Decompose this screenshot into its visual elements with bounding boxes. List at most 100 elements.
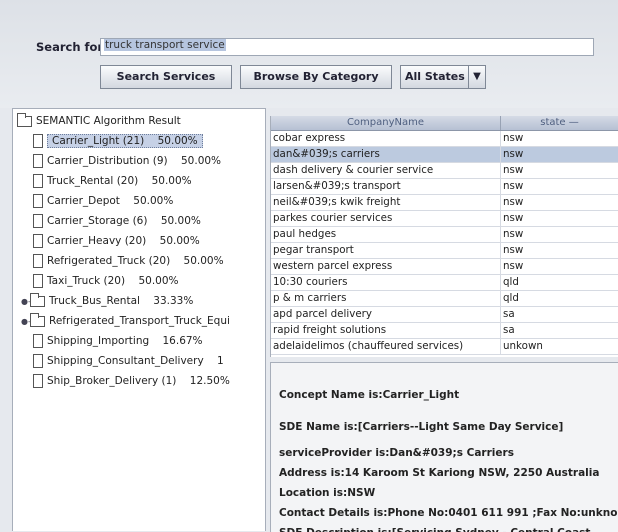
cell-company: larsen&#039;s transport (271, 179, 501, 194)
folder-icon (17, 112, 32, 127)
result-tree[interactable]: SEMANTIC Algorithm Result Carrier_Light … (12, 108, 266, 531)
table-row[interactable]: p & m carriers qld (271, 291, 618, 307)
tree-item[interactable]: Carrier_Heavy (20) 50.00% (33, 231, 200, 251)
tree-item[interactable]: Carrier_Storage (6) 50.00% (33, 211, 201, 231)
detail-line: serviceProvider is:Dan&#039;s Carriers (279, 447, 514, 459)
search-input[interactable]: truck transport service (100, 38, 594, 56)
tree-item-percent: 50.00% (133, 195, 174, 207)
company-table[interactable]: CompanyName state — cobar express nsw dan&… (270, 116, 618, 357)
detail-line: SDE Name is:[Carriers--Light Same Day Se… (279, 421, 564, 433)
tree-item-label: Truck_Bus_Rental (49, 295, 140, 307)
detail-line: Address is:14 Karoom St Kariong NSW, 225… (279, 467, 600, 479)
tree-item[interactable]: Ship_Broker_Delivery (1) 12.50% (33, 371, 230, 391)
cell-state: unkown (501, 339, 618, 354)
document-icon (33, 354, 43, 368)
table-row[interactable]: adelaidelimos (chauffeured services) unko… (271, 339, 618, 355)
expand-icon[interactable]: ●- (21, 292, 31, 312)
table-row[interactable]: western parcel express nsw (271, 259, 618, 275)
column-header-state[interactable]: state — (501, 116, 618, 130)
tree-item-label: Refrigerated_Transport_Truck_Equi (49, 315, 230, 327)
cell-company: paul hedges (271, 227, 501, 242)
cell-company: rapid freight solutions (271, 323, 501, 338)
tree-item[interactable]: Carrier_Depot 50.00% (33, 191, 173, 211)
cell-company: cobar express (271, 131, 501, 146)
table-row[interactable]: cobar express nsw (271, 131, 618, 147)
cell-state: nsw (501, 131, 618, 146)
tree-root[interactable]: SEMANTIC Algorithm Result (17, 111, 181, 131)
table-header: CompanyName state — (271, 116, 618, 131)
document-icon (33, 174, 43, 188)
cell-state: nsw (501, 195, 618, 210)
service-details-panel: Concept Name is:Carrier_Light SDE Name is… (270, 362, 618, 532)
table-row[interactable]: pegar transport nsw (271, 243, 618, 259)
table-row[interactable]: rapid freight solutions sa (271, 323, 618, 339)
cell-company: western parcel express (271, 259, 501, 274)
tree-item[interactable]: Carrier_Light (21) 50.00% (33, 131, 203, 151)
tree-item-percent: 16.67% (162, 335, 203, 347)
detail-line: SDE Description is:[Servicing Sydney - C… (279, 527, 590, 532)
tree-item[interactable]: Shipping_Importing 16.67% (33, 331, 203, 351)
tree-item-percent: 33.33% (153, 295, 194, 307)
table-row[interactable]: paul hedges nsw (271, 227, 618, 243)
tree-item-label: Shipping_Consultant_Delivery (47, 355, 204, 367)
search-services-button[interactable]: Search Services (100, 65, 232, 89)
table-row[interactable]: dan&#039;s carriers nsw (271, 147, 618, 163)
cell-company: p & m carriers (271, 291, 501, 306)
tree-item-percent: 50.00% (160, 215, 201, 227)
document-icon (33, 134, 43, 148)
table-row[interactable]: dash delivery & courier service nsw (271, 163, 618, 179)
cell-company: 10:30 couriers (271, 275, 501, 290)
column-header-company[interactable]: CompanyName (271, 116, 501, 130)
expand-icon[interactable]: ●- (21, 312, 31, 332)
document-icon (33, 214, 43, 228)
document-icon (33, 334, 43, 348)
tree-item-label: Carrier_Depot (47, 195, 120, 207)
tree-item-percent: 12.50% (189, 375, 230, 387)
document-icon (33, 154, 43, 168)
cell-state: qld (501, 291, 618, 306)
cell-state: nsw (501, 179, 618, 194)
cell-state: sa (501, 323, 618, 338)
browse-by-category-button[interactable]: Browse By Category (240, 65, 392, 89)
tree-item-percent: 50.00% (183, 255, 224, 267)
cell-company: adelaidelimos (chauffeured services) (271, 339, 501, 354)
tree-item-label: Refrigerated_Truck (20) (47, 255, 171, 267)
dropdown-arrow-icon[interactable]: ▼ (468, 66, 485, 88)
detail-line: Location is:NSW (279, 487, 376, 499)
tree-item-percent: 50.00% (159, 235, 200, 247)
cell-state: nsw (501, 243, 618, 258)
cell-state: qld (501, 275, 618, 290)
state-select[interactable]: All States ▼ (400, 65, 486, 89)
folder-icon (30, 312, 45, 327)
table-row[interactable]: apd parcel delivery sa (271, 307, 618, 323)
table-row[interactable]: parkes courier services nsw (271, 211, 618, 227)
cell-state: sa (501, 307, 618, 322)
table-row[interactable]: 10:30 couriers qld (271, 275, 618, 291)
tree-item[interactable]: Shipping_Consultant_Delivery 1 (33, 351, 224, 371)
tree-root-label: SEMANTIC Algorithm Result (36, 115, 181, 127)
tree-item[interactable]: Truck_Rental (20) 50.00% (33, 171, 192, 191)
tree-item-label: Taxi_Truck (20) (47, 275, 126, 287)
cell-state: nsw (501, 211, 618, 226)
tree-item-percent: 50.00% (157, 135, 198, 147)
cell-company: apd parcel delivery (271, 307, 501, 322)
tree-item[interactable]: Carrier_Distribution (9) 50.00% (33, 151, 221, 171)
state-select-value: All States (405, 70, 465, 83)
folder-icon (30, 292, 45, 307)
document-icon (33, 194, 43, 208)
tree-item-percent: 50.00% (151, 175, 192, 187)
tree-item-label: Truck_Rental (20) (47, 175, 139, 187)
tree-item[interactable]: ●- Truck_Bus_Rental 33.33% (21, 291, 193, 311)
tree-item-percent: 50.00% (138, 275, 179, 287)
document-icon (33, 254, 43, 268)
search-label: Search for: (36, 40, 108, 54)
tree-item[interactable]: ●- Refrigerated_Transport_Truck_Equi (21, 311, 243, 331)
cell-company: parkes courier services (271, 211, 501, 226)
document-icon (33, 274, 43, 288)
tree-item[interactable]: Taxi_Truck (20) 50.00% (33, 271, 179, 291)
table-row[interactable]: larsen&#039;s transport nsw (271, 179, 618, 195)
cell-company: neil&#039;s kwik freight (271, 195, 501, 210)
cell-company: dash delivery & courier service (271, 163, 501, 178)
tree-item[interactable]: Refrigerated_Truck (20) 50.00% (33, 251, 224, 271)
table-row[interactable]: neil&#039;s kwik freight nsw (271, 195, 618, 211)
